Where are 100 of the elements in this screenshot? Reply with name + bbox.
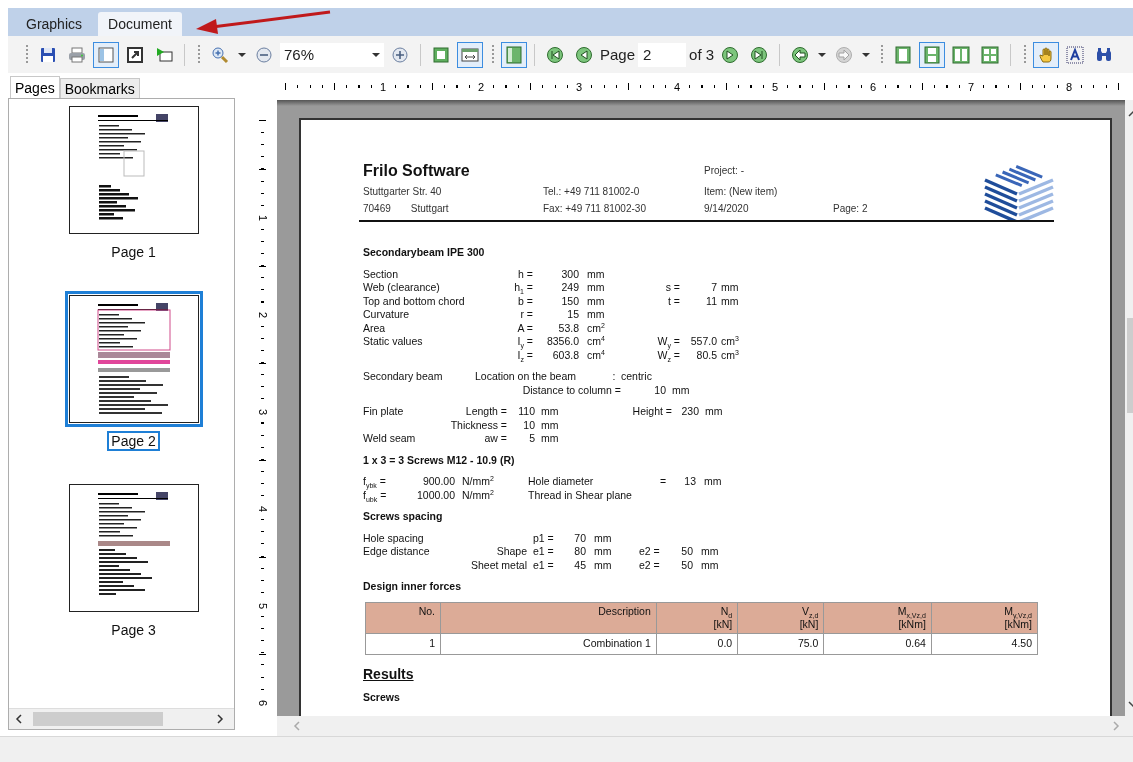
tab[interactable]: Graphics xyxy=(16,12,93,36)
symbol-text: aw = xyxy=(484,432,507,446)
value-text: centric xyxy=(621,370,652,384)
street-text: Stuttgarter Str. 40 xyxy=(363,184,443,199)
row-label: Hole diameter xyxy=(528,475,594,489)
minus-circle-icon xyxy=(255,45,273,64)
tab[interactable]: Document xyxy=(98,12,182,36)
symbol-text: Length = xyxy=(465,405,507,419)
unit-text: mm xyxy=(593,545,612,559)
section-heading: 1 x 3 = 3 Screws M12 - 10.9 (R) xyxy=(363,453,516,467)
unit-text: mm xyxy=(720,294,739,308)
panel-tab[interactable]: Pages xyxy=(10,76,60,98)
section-heading: Design inner forces xyxy=(363,580,463,594)
column-header: Description xyxy=(440,602,657,633)
row-label: Fin plate xyxy=(363,405,404,419)
column-header: V$_{z,d}$ [kN] xyxy=(737,602,824,633)
ruler-number: 6 xyxy=(256,699,269,706)
section-heading: Screws xyxy=(363,690,401,704)
panel-tab[interactable]: Bookmarks xyxy=(59,78,140,98)
symbol-text: W$_{z}$ = xyxy=(657,348,680,362)
separator-text: : xyxy=(612,370,616,384)
value-text: 249 xyxy=(561,281,579,295)
row-label: Section xyxy=(363,267,399,281)
row-label: Secondary beam xyxy=(363,370,443,384)
ruler-number: 1 xyxy=(256,214,269,221)
column-header: N$_{d}$ [kN] xyxy=(656,602,738,633)
page-number-text: Page: 2 xyxy=(833,202,869,216)
ruler-number: 4 xyxy=(672,80,681,93)
row-label: Top and bottom chord xyxy=(363,294,465,308)
printer-icon xyxy=(68,45,86,64)
next-page-icon xyxy=(721,45,740,64)
symbol-text: e1 = xyxy=(532,545,554,559)
zoom-dropdown[interactable]: 76% xyxy=(280,42,384,67)
item-text: Item: (New item) xyxy=(704,184,779,199)
unit-text: cm$^{3}$ xyxy=(720,348,739,362)
ruler-number: 3 xyxy=(256,408,269,415)
value-text: 53.8 xyxy=(558,321,579,335)
row-label: Hole spacing xyxy=(363,531,424,545)
ruler-number: 3 xyxy=(574,80,583,93)
unit-text: mm xyxy=(700,558,719,572)
row-label: Web (clearance) xyxy=(363,281,440,295)
binoculars-icon xyxy=(1095,45,1114,64)
symbol-text: W$_{y}$ = xyxy=(657,335,680,349)
fax-text: Fax: +49 711 81002-30 xyxy=(543,202,647,216)
symbol-text: f$_{ubk}$ = xyxy=(363,488,387,502)
unit-text: mm xyxy=(586,267,605,281)
value-text: 15 xyxy=(567,308,579,322)
first-page-icon xyxy=(546,45,564,64)
row-label: Curvature xyxy=(363,308,410,322)
fit-width-button[interactable] xyxy=(457,41,483,68)
caret-icon xyxy=(372,52,380,57)
ruler-number: 8 xyxy=(1064,80,1073,93)
unit-text: mm xyxy=(593,531,612,545)
symbol-text: f$_{ybk}$ = xyxy=(363,475,386,489)
sidebar-icon xyxy=(97,45,115,64)
ruler-number: 6 xyxy=(868,80,877,93)
page-thumbnail[interactable] xyxy=(64,291,203,427)
continuous-pages-icon xyxy=(923,45,942,64)
value-text: 70 xyxy=(574,531,586,545)
value-text: 8356.0 xyxy=(546,335,579,349)
value-text: 1000.00 xyxy=(417,488,455,502)
column-header: M$_{x,Vz,d}$ [kNm] xyxy=(823,602,932,633)
unit-text: mm xyxy=(720,281,739,295)
date-text: 9/14/2020 xyxy=(704,202,750,216)
value-text: 45 xyxy=(574,558,586,572)
thumbnail-panel-icon xyxy=(505,45,523,64)
value-text: 557.0 xyxy=(690,335,717,349)
symbol-text: p1 = xyxy=(532,531,554,545)
value-text: 11 xyxy=(706,294,717,308)
unit-text: cm$^{4}$ xyxy=(586,335,605,349)
table-cell: 75.0 xyxy=(737,633,824,654)
symbol-text: e2 = xyxy=(638,545,660,559)
symbol-text: h$_{1}$ = xyxy=(514,281,533,295)
value-text: 900.00 xyxy=(422,475,455,489)
unit-text: mm xyxy=(586,294,605,308)
value-text: 150 xyxy=(561,294,579,308)
unit-text: mm xyxy=(700,545,719,559)
company-name: Frilo Software xyxy=(363,164,471,178)
chevron-left-icon xyxy=(15,714,23,724)
column-header: No. xyxy=(365,602,441,633)
value-text: 10 xyxy=(523,418,535,432)
play-film-icon xyxy=(155,45,173,64)
unit-text: mm xyxy=(671,383,690,397)
unit-text: mm xyxy=(540,432,559,446)
value-text: 80.5 xyxy=(696,348,717,362)
ruler-number: 5 xyxy=(770,80,779,93)
value-text: 13 xyxy=(684,475,696,489)
scrollbar-thumb[interactable] xyxy=(33,712,163,726)
chevron-right-icon xyxy=(216,714,224,724)
fit-width-icon xyxy=(461,45,479,64)
thumbnails-button[interactable] xyxy=(501,41,527,68)
caret-icon xyxy=(238,52,246,57)
unit-text: mm xyxy=(703,475,722,489)
column-header: M$_{y,Vz,d}$ [kNm] xyxy=(931,602,1038,633)
last-page-icon xyxy=(750,45,769,64)
unit-text: mm xyxy=(586,281,605,295)
page-number-field[interactable]: 2 xyxy=(638,42,687,67)
row-label: Distance to column = xyxy=(522,383,621,397)
continuous-pages-button[interactable] xyxy=(919,41,946,68)
page-label: Page xyxy=(600,46,636,63)
